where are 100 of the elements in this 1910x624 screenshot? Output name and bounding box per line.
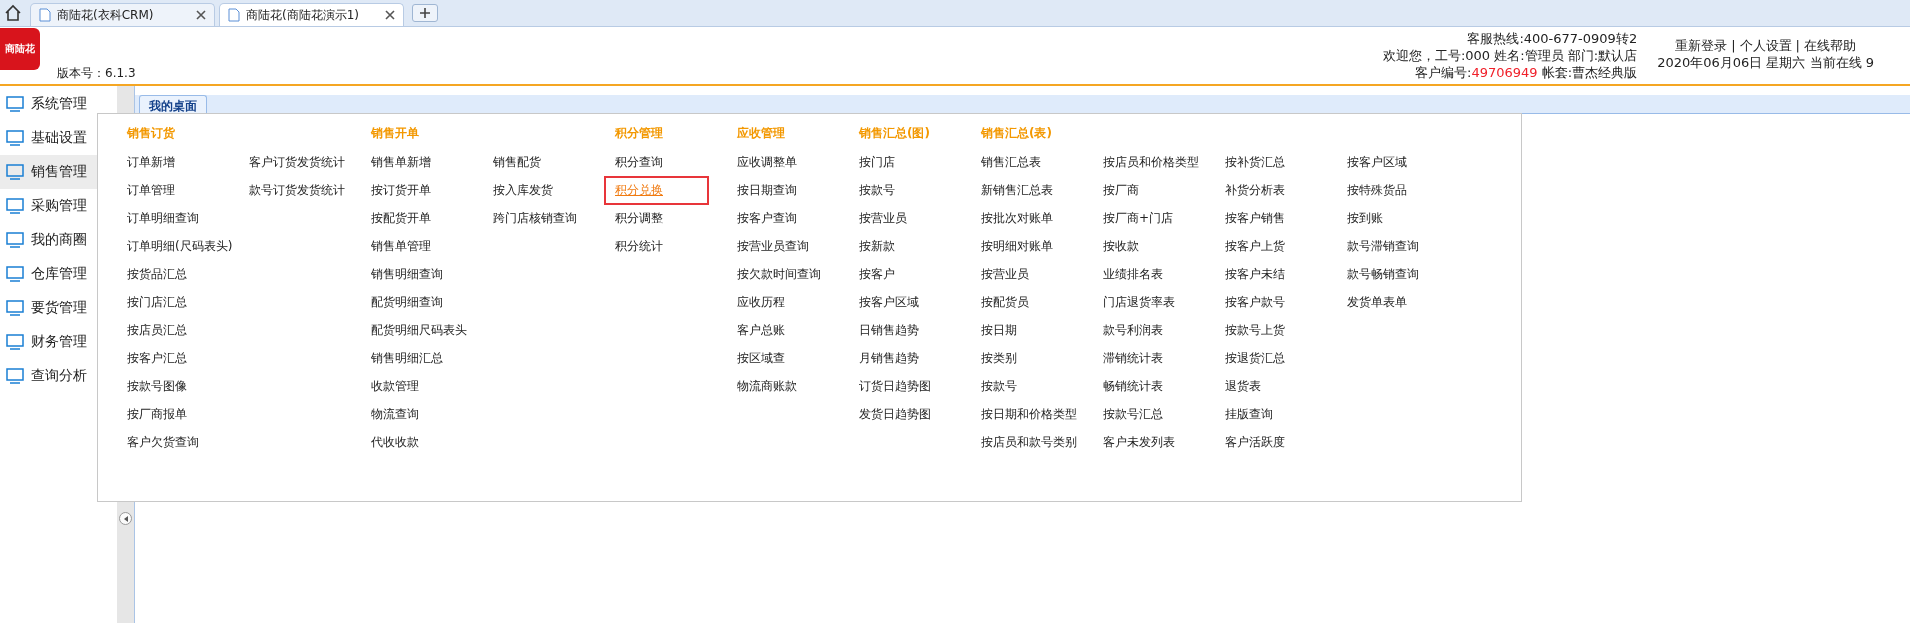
menu-item[interactable]: 月销售趋势 — [859, 345, 919, 371]
menu-item[interactable]: 按类别 — [981, 345, 1017, 371]
menu-item[interactable]: 销售配货 — [493, 149, 541, 175]
menu-item[interactable]: 滞销统计表 — [1103, 345, 1163, 371]
menu-item[interactable]: 按厂商报单 — [127, 401, 187, 427]
menu-item[interactable]: 按到账 — [1347, 205, 1383, 231]
menu-item[interactable]: 配货明细查询 — [371, 289, 443, 315]
menu-item[interactable]: 配货明细尺码表头 — [371, 317, 467, 343]
sidebar-item[interactable]: 查询分析 — [0, 359, 97, 393]
menu-item[interactable]: 按客户查询 — [737, 205, 797, 231]
sidebar-item[interactable]: 基础设置 — [0, 121, 97, 155]
menu-item[interactable]: 订货日趋势图 — [859, 373, 931, 399]
sidebar-item[interactable]: 财务管理 — [0, 325, 97, 359]
menu-item[interactable]: 按客户销售 — [1225, 205, 1285, 231]
home-icon[interactable] — [4, 4, 22, 22]
collapse-button[interactable] — [119, 512, 132, 525]
menu-item[interactable]: 款号订货发货统计 — [249, 177, 345, 203]
menu-item[interactable]: 款号滞销查询 — [1347, 233, 1419, 259]
menu-item[interactable]: 订单新增 — [127, 149, 175, 175]
menu-item[interactable]: 补货分析表 — [1225, 177, 1285, 203]
menu-item[interactable]: 按厂商 — [1103, 177, 1139, 203]
menu-item[interactable]: 按新款 — [859, 233, 895, 259]
menu-item[interactable]: 客户未发列表 — [1103, 429, 1175, 455]
menu-item[interactable]: 按店员汇总 — [127, 317, 187, 343]
browser-tab[interactable]: 商陆花(商陆花演示1) — [219, 3, 404, 26]
menu-item[interactable]: 客户订货发货统计 — [249, 149, 345, 175]
sidebar-item[interactable]: 仓库管理 — [0, 257, 97, 291]
menu-item[interactable]: 按款号汇总 — [1103, 401, 1163, 427]
menu-item[interactable]: 客户活跃度 — [1225, 429, 1285, 455]
menu-item[interactable]: 按配货员 — [981, 289, 1029, 315]
menu-item[interactable]: 按款号 — [981, 373, 1017, 399]
menu-item[interactable]: 订单管理 — [127, 177, 175, 203]
menu-item[interactable]: 发货单表单 — [1347, 289, 1407, 315]
menu-item[interactable]: 按客户区域 — [859, 289, 919, 315]
menu-item[interactable]: 按营业员查询 — [737, 233, 809, 259]
menu-item[interactable]: 按收款 — [1103, 233, 1139, 259]
menu-item[interactable]: 按款号 — [859, 177, 895, 203]
menu-item[interactable]: 物流商账款 — [737, 373, 797, 399]
sidebar-item[interactable]: 采购管理 — [0, 189, 97, 223]
menu-item[interactable]: 畅销统计表 — [1103, 373, 1163, 399]
menu-item[interactable]: 按客户 — [859, 261, 895, 287]
menu-item[interactable]: 按款号图像 — [127, 373, 187, 399]
menu-item[interactable]: 订单明细(尺码表头) — [127, 233, 233, 259]
menu-item[interactable]: 订单明细查询 — [127, 205, 199, 231]
menu-item[interactable]: 销售汇总表 — [981, 149, 1041, 175]
menu-item[interactable]: 款号利润表 — [1103, 317, 1163, 343]
menu-item[interactable]: 按店员和款号类别 — [981, 429, 1077, 455]
menu-item[interactable]: 物流查询 — [371, 401, 419, 427]
menu-item[interactable]: 代收收款 — [371, 429, 419, 455]
header-link[interactable]: 在线帮助 — [1803, 37, 1856, 54]
menu-item[interactable]: 按特殊货品 — [1347, 177, 1407, 203]
menu-item[interactable]: 积分调整 — [615, 205, 663, 231]
menu-item[interactable]: 业绩排名表 — [1103, 261, 1163, 287]
menu-item[interactable]: 新销售汇总表 — [981, 177, 1053, 203]
close-icon[interactable] — [385, 10, 395, 20]
menu-item[interactable]: 退货表 — [1225, 373, 1261, 399]
menu-item[interactable]: 按门店 — [859, 149, 895, 175]
menu-item[interactable]: 按客户未结 — [1225, 261, 1285, 287]
menu-item[interactable]: 按日期 — [981, 317, 1017, 343]
sidebar-item[interactable]: 我的商圈 — [0, 223, 97, 257]
menu-item[interactable]: 按区域查 — [737, 345, 785, 371]
menu-item[interactable]: 款号畅销查询 — [1347, 261, 1419, 287]
menu-item[interactable]: 按客户款号 — [1225, 289, 1285, 315]
menu-item[interactable]: 积分统计 — [615, 233, 663, 259]
header-link[interactable]: 重新登录 — [1675, 37, 1728, 54]
menu-item[interactable]: 日销售趋势 — [859, 317, 919, 343]
new-tab-button[interactable] — [412, 4, 438, 22]
menu-item[interactable]: 按门店汇总 — [127, 289, 187, 315]
close-icon[interactable] — [196, 10, 206, 20]
menu-item[interactable]: 按客户上货 — [1225, 233, 1285, 259]
menu-item[interactable]: 按营业员 — [981, 261, 1029, 287]
menu-item[interactable]: 应收调整单 — [737, 149, 797, 175]
menu-item[interactable]: 按欠款时间查询 — [737, 261, 821, 287]
menu-item[interactable]: 收款管理 — [371, 373, 419, 399]
menu-item[interactable]: 销售单管理 — [371, 233, 431, 259]
menu-item[interactable]: 销售单新增 — [371, 149, 431, 175]
menu-item[interactable]: 发货日趋势图 — [859, 401, 931, 427]
menu-item[interactable]: 按客户汇总 — [127, 345, 187, 371]
menu-item[interactable]: 应收历程 — [737, 289, 785, 315]
content-tab[interactable]: 我的桌面 — [139, 95, 207, 113]
menu-item[interactable]: 按退货汇总 — [1225, 345, 1285, 371]
menu-item[interactable]: 按批次对账单 — [981, 205, 1053, 231]
menu-item[interactable]: 门店退货率表 — [1103, 289, 1175, 315]
menu-item[interactable]: 按明细对账单 — [981, 233, 1053, 259]
menu-item[interactable]: 按入库发货 — [493, 177, 553, 203]
menu-item[interactable]: 客户欠货查询 — [127, 429, 199, 455]
menu-item[interactable]: 挂版查询 — [1225, 401, 1273, 427]
header-link[interactable]: 个人设置 — [1739, 37, 1792, 54]
menu-item[interactable]: 跨门店核销查询 — [493, 205, 577, 231]
sidebar-item[interactable]: 要货管理 — [0, 291, 97, 325]
sidebar-item[interactable]: 系统管理 — [0, 87, 97, 121]
menu-item[interactable]: 按日期和价格类型 — [981, 401, 1077, 427]
sidebar-item[interactable]: 销售管理 — [0, 155, 97, 189]
menu-item[interactable]: 销售明细查询 — [371, 261, 443, 287]
menu-item[interactable]: 按营业员 — [859, 205, 907, 231]
menu-item[interactable]: 按配货开单 — [371, 205, 431, 231]
menu-item[interactable]: 按货品汇总 — [127, 261, 187, 287]
menu-item[interactable]: 按客户区域 — [1347, 149, 1407, 175]
menu-item[interactable]: 按店员和价格类型 — [1103, 149, 1199, 175]
browser-tab[interactable]: 商陆花(衣科CRM) — [30, 3, 215, 26]
